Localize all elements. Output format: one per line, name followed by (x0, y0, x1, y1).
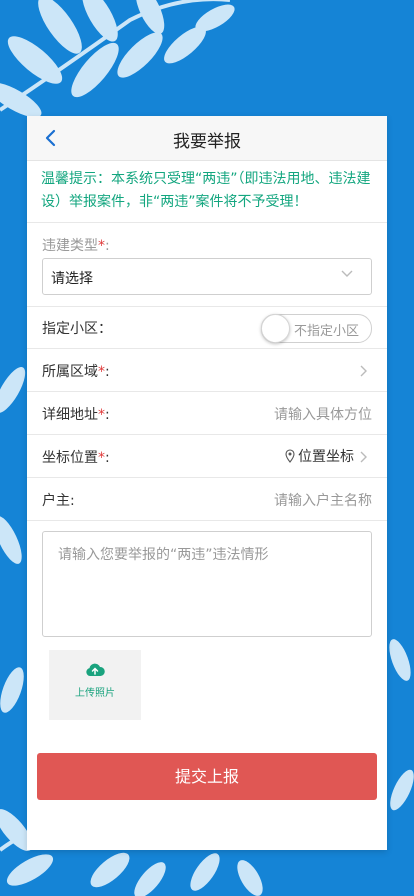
report-form-card: 我要举报 温馨提示：本系统只受理“两违”（即违法用地、违法建设）举报案件，非“两… (27, 116, 387, 850)
coords-picker[interactable]: 位置坐标 (285, 446, 354, 466)
community-label: 指定小区： (42, 321, 112, 337)
cloud-upload-icon (86, 663, 105, 676)
type-select-value: 请选择 (51, 271, 93, 287)
chevron-right-icon (360, 451, 367, 463)
required-mark: * (98, 407, 105, 423)
address-label: 详细地址*: (42, 407, 110, 423)
toggle-knob (261, 314, 290, 343)
page-title: 我要举报 (173, 132, 241, 152)
divider (27, 434, 387, 435)
divider (27, 520, 387, 521)
description-placeholder: 请输入您要举报的“两违”违法情形 (58, 547, 269, 563)
submit-button[interactable]: 提交上报 (37, 753, 377, 800)
required-mark: * (98, 238, 105, 254)
divider (27, 348, 387, 349)
community-toggle[interactable]: 不指定小区 (261, 314, 372, 343)
location-pin-icon (285, 449, 295, 463)
description-textarea[interactable]: 请输入您要举报的“两违”违法情形 (42, 531, 372, 637)
divider (27, 222, 387, 223)
coords-label: 坐标位置*: (42, 450, 110, 466)
type-label: 违建类型*: (42, 238, 110, 254)
coords-value: 位置坐标 (298, 449, 354, 465)
owner-input[interactable]: 请输入户主名称 (274, 490, 372, 510)
required-mark: * (98, 450, 105, 466)
region-row[interactable]: 所属区域*: (42, 361, 110, 381)
upload-label: 上传照片 (75, 688, 115, 699)
owner-label: 户主: (42, 493, 75, 509)
chevron-right-icon (360, 365, 367, 377)
upload-photo-button[interactable]: 上传照片 (49, 650, 141, 720)
divider (27, 306, 387, 307)
type-select[interactable]: 请选择 (42, 258, 372, 295)
address-input[interactable]: 请输入具体方位 (274, 404, 372, 424)
toggle-text: 不指定小区 (294, 324, 360, 339)
divider (27, 477, 387, 478)
required-mark: * (98, 364, 105, 380)
divider (27, 391, 387, 392)
header-bar: 我要举报 (27, 116, 387, 161)
chevron-down-icon (341, 270, 353, 277)
notice-text: 温馨提示：本系统只受理“两违”（即违法用地、违法建设）举报案件，非“两违”案件将… (41, 171, 371, 210)
